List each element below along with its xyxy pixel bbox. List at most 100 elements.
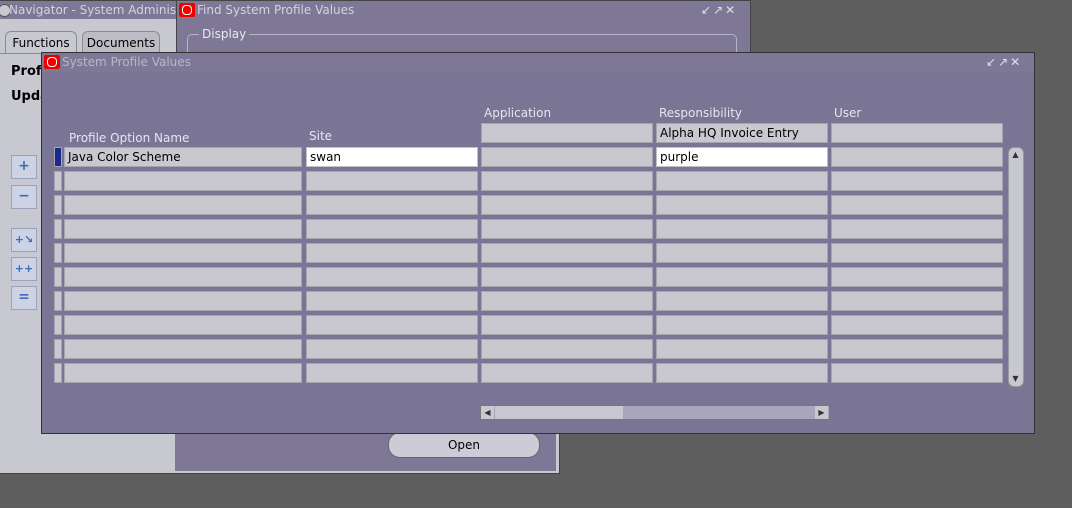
- row-selector[interactable]: [54, 339, 62, 359]
- user-field[interactable]: [831, 147, 1003, 167]
- oracle-icon: [44, 55, 60, 69]
- maximize-icon[interactable]: ↗: [713, 3, 725, 17]
- site-field[interactable]: [306, 195, 478, 215]
- header-user: User: [834, 106, 862, 120]
- row-selector[interactable]: [54, 315, 62, 335]
- user-field[interactable]: [831, 267, 1003, 287]
- row-selector[interactable]: [54, 291, 62, 311]
- row-selector[interactable]: [54, 363, 62, 383]
- expand-all-button[interactable]: ++: [11, 257, 37, 281]
- responsibility-field[interactable]: [656, 243, 828, 263]
- application-field[interactable]: [481, 219, 653, 239]
- vertical-scrollbar[interactable]: ▲ ▼: [1008, 147, 1024, 387]
- collapse-all-button[interactable]: =: [11, 286, 37, 310]
- name-field[interactable]: Java Color Scheme: [64, 147, 302, 167]
- name-field[interactable]: [64, 315, 302, 335]
- user-field[interactable]: [831, 315, 1003, 335]
- header-profile-option-name: Profile Option Name: [69, 131, 190, 145]
- spv-title: System Profile Values: [62, 55, 191, 69]
- system-profile-values-window: System Profile Values ↙↗✕ Profile Option…: [41, 52, 1035, 434]
- application-field[interactable]: [481, 339, 653, 359]
- name-field[interactable]: [64, 171, 302, 191]
- scroll-down-icon[interactable]: ▼: [1009, 372, 1022, 385]
- collapse-button[interactable]: −: [11, 185, 37, 209]
- close-icon[interactable]: ✕: [1010, 55, 1022, 69]
- header-responsibility: Responsibility: [659, 106, 743, 120]
- row-selector[interactable]: [54, 195, 62, 215]
- name-field[interactable]: [64, 291, 302, 311]
- row-selector[interactable]: [54, 147, 62, 167]
- user-field[interactable]: [831, 195, 1003, 215]
- row-selector[interactable]: [54, 219, 62, 239]
- application-field[interactable]: [481, 243, 653, 263]
- application-field[interactable]: [481, 363, 653, 383]
- tab-documents[interactable]: Documents: [82, 31, 160, 54]
- responsibility-field[interactable]: purple: [656, 147, 828, 167]
- collapse-all-icon: =: [18, 289, 30, 305]
- responsibility-field[interactable]: [656, 363, 828, 383]
- horizontal-scroll-thumb[interactable]: [495, 406, 623, 419]
- site-field[interactable]: [306, 171, 478, 191]
- minus-icon: −: [18, 188, 30, 204]
- row-selector[interactable]: [54, 171, 62, 191]
- user-field[interactable]: [831, 339, 1003, 359]
- user-field[interactable]: [831, 363, 1003, 383]
- scroll-up-icon[interactable]: ▲: [1009, 148, 1022, 161]
- name-field[interactable]: [64, 219, 302, 239]
- application-field[interactable]: [481, 291, 653, 311]
- horizontal-scrollbar[interactable]: ◀ ▶: [480, 405, 830, 420]
- site-field[interactable]: swan: [306, 147, 478, 167]
- close-icon[interactable]: ✕: [725, 3, 737, 17]
- header-application: Application: [484, 106, 552, 120]
- site-field[interactable]: [306, 315, 478, 335]
- site-field[interactable]: [306, 243, 478, 263]
- minimize-icon[interactable]: ↙: [986, 55, 998, 69]
- responsibility-field[interactable]: [656, 291, 828, 311]
- scroll-left-icon[interactable]: ◀: [481, 406, 494, 419]
- name-field[interactable]: [64, 195, 302, 215]
- expand-button[interactable]: +: [11, 155, 37, 179]
- window-controls[interactable]: ↙↗✕: [986, 53, 1022, 72]
- user-field[interactable]: [831, 171, 1003, 191]
- responsibility-field[interactable]: [656, 195, 828, 215]
- scroll-right-icon[interactable]: ▶: [815, 406, 828, 419]
- maximize-icon[interactable]: ↗: [998, 55, 1010, 69]
- application-field[interactable]: [481, 315, 653, 335]
- responsibility-field[interactable]: [656, 219, 828, 239]
- context-application-field[interactable]: [481, 123, 653, 143]
- name-field[interactable]: [64, 339, 302, 359]
- find-title-bar[interactable]: Find System Profile Values ↙↗✕: [177, 1, 750, 19]
- spv-title-bar[interactable]: System Profile Values ↙↗✕: [42, 53, 1034, 72]
- plus-icon: +: [18, 158, 30, 174]
- oracle-icon: [179, 3, 195, 17]
- user-field[interactable]: [831, 243, 1003, 263]
- responsibility-field[interactable]: [656, 171, 828, 191]
- context-responsibility-field[interactable]: Alpha HQ Invoice Entry: [656, 123, 828, 143]
- user-field[interactable]: [831, 291, 1003, 311]
- application-field[interactable]: [481, 171, 653, 191]
- minimize-icon[interactable]: ↙: [701, 3, 713, 17]
- user-field[interactable]: [831, 219, 1003, 239]
- site-field[interactable]: [306, 291, 478, 311]
- site-field[interactable]: [306, 219, 478, 239]
- site-field[interactable]: [306, 339, 478, 359]
- expand-branch-button[interactable]: +↘: [11, 228, 37, 252]
- name-field[interactable]: [64, 243, 302, 263]
- site-field[interactable]: [306, 363, 478, 383]
- responsibility-field[interactable]: [656, 339, 828, 359]
- application-field[interactable]: [481, 195, 653, 215]
- responsibility-field[interactable]: [656, 315, 828, 335]
- application-field[interactable]: [481, 267, 653, 287]
- site-field[interactable]: [306, 267, 478, 287]
- open-button[interactable]: Open: [388, 432, 540, 458]
- context-user-field[interactable]: [831, 123, 1003, 143]
- name-field[interactable]: [64, 363, 302, 383]
- name-field[interactable]: [64, 267, 302, 287]
- application-field[interactable]: [481, 147, 653, 167]
- row-selector[interactable]: [54, 267, 62, 287]
- display-label: Display: [199, 27, 250, 41]
- responsibility-field[interactable]: [656, 267, 828, 287]
- window-controls[interactable]: ↙↗✕: [701, 1, 737, 19]
- row-selector[interactable]: [54, 243, 62, 263]
- tab-functions[interactable]: Functions: [5, 31, 77, 54]
